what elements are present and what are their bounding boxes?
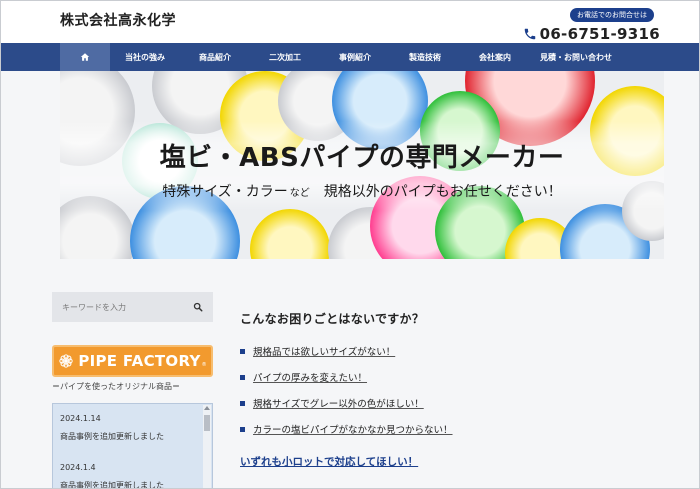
- scroll-up-arrow-icon[interactable]: [204, 406, 210, 410]
- news-scrollbar[interactable]: [203, 405, 211, 488]
- pipe-factory-banner[interactable]: PIPE FACTORY ®: [52, 345, 213, 377]
- nav-strengths[interactable]: 当社の強み: [110, 43, 180, 71]
- problem-item[interactable]: カラーの塩ビパイプがなかなか見つからない！: [240, 422, 453, 436]
- search-placeholder: キーワードを入力: [62, 302, 126, 312]
- flower-icon: [59, 354, 73, 368]
- bullet-icon: [240, 374, 245, 380]
- global-nav: 当社の強み 商品紹介 二次加工 事例紹介 製造技術 会社案内 見積・お問い合わせ: [0, 43, 700, 71]
- pipe-factory-caption: ＝パイプを使ったオリジナル商品＝: [52, 382, 180, 391]
- contact-label: お電話でのお問合せは: [570, 8, 654, 22]
- registered-mark: ®: [201, 362, 207, 368]
- hero-title: 塩ビ・ABSパイプの専門メーカー: [159, 143, 565, 173]
- contact-block: お電話でのお問合せは 06-6751-9316: [523, 2, 660, 43]
- problem-item[interactable]: パイプの厚みを変えたい！: [240, 370, 367, 384]
- problem-link[interactable]: 規格品では欲しいサイズがない！: [253, 344, 395, 358]
- problem-link[interactable]: パイプの厚みを変えたい！: [253, 370, 367, 384]
- nav-contact[interactable]: 見積・お問い合わせ: [530, 43, 622, 71]
- bullet-icon: [240, 348, 245, 354]
- home-icon: [80, 53, 90, 61]
- nav-technology[interactable]: 製造技術: [390, 43, 460, 71]
- bullet-icon: [240, 426, 245, 432]
- problem-item[interactable]: 規格品では欲しいサイズがない！: [240, 344, 395, 358]
- conclusion-link[interactable]: いずれも小ロットで対応してほしい！: [240, 454, 418, 469]
- hero-subtitle-main: 特殊サイズ・カラー: [162, 184, 288, 200]
- phone-number: 06-6751-9316: [539, 25, 660, 43]
- search-icon[interactable]: [193, 302, 203, 312]
- hero-subtitle-small: など: [289, 188, 310, 199]
- news-link[interactable]: 商品事例を追加更新しました: [60, 431, 164, 442]
- news-link[interactable]: 商品事例を追加更新しました: [60, 480, 164, 488]
- problem-item[interactable]: 規格サイズでグレー以外の色がほしい！: [240, 396, 424, 410]
- news-date: 2024.1.4: [60, 463, 96, 472]
- news-date: 2024.1.14: [60, 414, 101, 423]
- phone-icon: [524, 28, 535, 40]
- site-title[interactable]: 株式会社高永化学: [60, 10, 176, 30]
- bullet-icon: [240, 400, 245, 406]
- phone-row[interactable]: 06-6751-9316: [523, 25, 660, 43]
- news-list[interactable]: 2024.1.14 商品事例を追加更新しました 2024.1.4 商品事例を追加…: [52, 403, 213, 489]
- nav-case-studies[interactable]: 事例紹介: [320, 43, 390, 71]
- nav-company[interactable]: 会社案内: [460, 43, 530, 71]
- hero-subtitle: 特殊サイズ・カラー など 規格以外のパイプもお任せください！: [60, 181, 664, 201]
- pipe-factory-label: PIPE FACTORY: [78, 352, 201, 370]
- problem-link[interactable]: 規格サイズでグレー以外の色がほしい！: [253, 396, 424, 410]
- search-input[interactable]: キーワードを入力: [52, 292, 213, 322]
- nav-home[interactable]: [60, 43, 110, 71]
- problems-heading: こんなお困りごとはないですか？: [240, 312, 425, 326]
- hero-banner: 塩ビ・ABSパイプの専門メーカー 特殊サイズ・カラー など 規格以外のパイプもお任せ…: [60, 71, 664, 259]
- problem-link[interactable]: カラーの塩ビパイプがなかなか見つからない！: [253, 422, 453, 436]
- site-header: 株式会社高永化学 お電話でのお問合せは 06-6751-9316: [0, 0, 700, 43]
- nav-products[interactable]: 商品紹介: [180, 43, 250, 71]
- scroll-thumb[interactable]: [204, 415, 210, 431]
- hero-subtitle-rest: 規格以外のパイプもお任せください！: [323, 184, 562, 200]
- nav-secondary-processing[interactable]: 二次加工: [250, 43, 320, 71]
